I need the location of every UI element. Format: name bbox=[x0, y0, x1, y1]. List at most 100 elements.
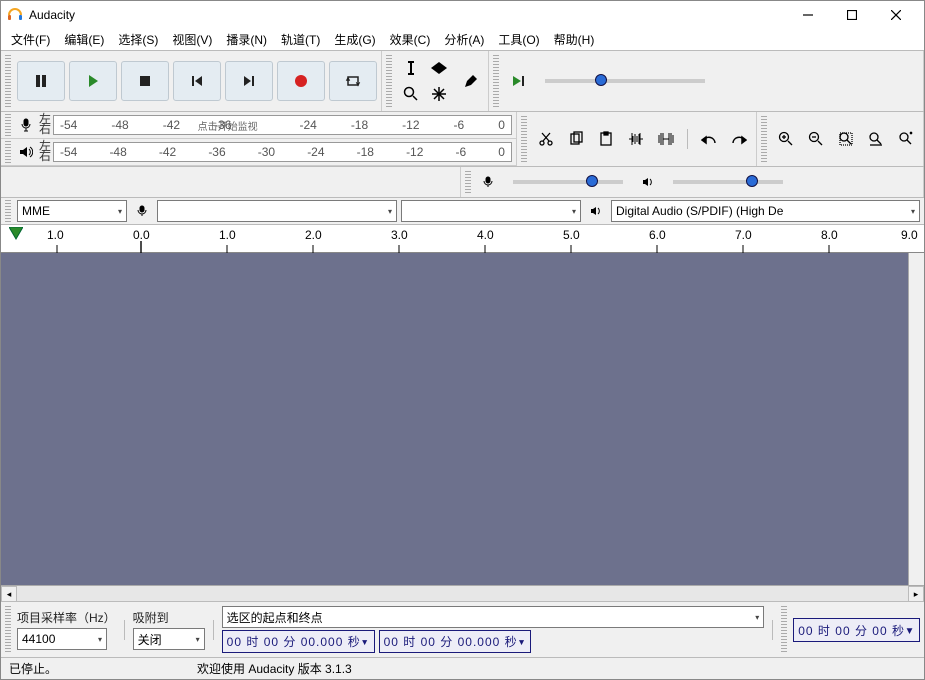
recording-device-combo[interactable]: ▾ bbox=[157, 200, 397, 222]
snap-label: 吸附到 bbox=[133, 609, 205, 626]
svg-text:1.0: 1.0 bbox=[219, 228, 236, 242]
menu-help[interactable]: 帮助(H) bbox=[548, 29, 601, 50]
loop-button[interactable] bbox=[329, 61, 377, 101]
selection-end-field[interactable]: 00 时 00 分 00.000 秒▾ bbox=[379, 630, 532, 653]
zoom-out-button[interactable] bbox=[803, 126, 829, 152]
meter-lr-label: 左右 bbox=[39, 115, 51, 135]
play-at-speed-button[interactable] bbox=[505, 68, 531, 94]
scroll-left-button[interactable]: ◂ bbox=[1, 586, 17, 602]
drag-handle[interactable] bbox=[5, 200, 11, 222]
envelope-tool-button[interactable] bbox=[426, 55, 452, 81]
svg-text:8.0: 8.0 bbox=[821, 228, 838, 242]
play-button[interactable] bbox=[69, 61, 117, 101]
pause-button[interactable] bbox=[17, 61, 65, 101]
selection-tool-button[interactable] bbox=[398, 55, 424, 81]
status-bar: 已停止。 欢迎使用 Audacity 版本 3.1.3 bbox=[1, 657, 924, 679]
horizontal-scrollbar[interactable]: ◂ ▸ bbox=[1, 585, 924, 601]
menu-tools[interactable]: 工具(O) bbox=[492, 29, 545, 50]
minimize-button[interactable] bbox=[786, 1, 830, 29]
recording-channels-combo[interactable]: ▾ bbox=[401, 200, 581, 222]
svg-text:5.0: 5.0 bbox=[563, 228, 580, 242]
drag-handle[interactable] bbox=[493, 55, 499, 107]
snap-to-combo[interactable]: 关闭▾ bbox=[133, 628, 205, 650]
zoom-in-button[interactable] bbox=[773, 126, 799, 152]
meters-toolbar: 左右 -54-48-42-36-24-18-12-60 点击开始监视 左右 -5… bbox=[1, 112, 924, 167]
close-button[interactable] bbox=[874, 1, 918, 29]
drag-handle[interactable] bbox=[781, 606, 787, 653]
recording-volume-slider[interactable] bbox=[513, 180, 623, 184]
speaker-icon bbox=[585, 200, 607, 222]
vertical-scrollbar[interactable] bbox=[908, 253, 924, 585]
drag-handle[interactable] bbox=[761, 116, 767, 162]
playback-speed-slider[interactable] bbox=[545, 79, 705, 83]
svg-text:2.0: 2.0 bbox=[305, 228, 322, 242]
stop-button[interactable] bbox=[121, 61, 169, 101]
app-logo-icon bbox=[7, 7, 23, 23]
svg-text:1.0: 1.0 bbox=[47, 228, 64, 242]
zoom-fit-sel-button[interactable] bbox=[833, 126, 859, 152]
svg-text:0.0: 0.0 bbox=[133, 228, 150, 242]
skip-end-button[interactable] bbox=[225, 61, 273, 101]
selection-toolbar: 项目采样率（Hz） 44100▾ 吸附到 关闭▾ 选区的起点和终点▾ 00 时 … bbox=[1, 601, 924, 657]
drag-handle[interactable] bbox=[5, 114, 11, 136]
titlebar: Audacity bbox=[1, 1, 924, 29]
svg-text:6.0: 6.0 bbox=[649, 228, 666, 242]
audio-position-field[interactable]: 00 时 00 分 00 秒▾ bbox=[793, 618, 920, 642]
playback-device-combo[interactable]: Digital Audio (S/PDIF) (High De▾ bbox=[611, 200, 920, 222]
menu-file[interactable]: 文件(F) bbox=[5, 29, 56, 50]
drag-handle[interactable] bbox=[5, 606, 11, 653]
copy-button[interactable] bbox=[563, 126, 589, 152]
svg-text:9.0: 9.0 bbox=[901, 228, 918, 242]
status-state: 已停止。 bbox=[9, 660, 57, 677]
status-welcome: 欢迎使用 Audacity 版本 3.1.3 bbox=[197, 660, 352, 677]
recording-meter[interactable]: -54-48-42-36-24-18-12-60 点击开始监视 bbox=[53, 115, 512, 135]
mic-icon bbox=[131, 200, 153, 222]
mic-icon[interactable] bbox=[15, 114, 37, 136]
timeline-ruler[interactable]: 1.0 0.0 1.0 2.0 3.0 4.0 5.0 6.0 7.0 8.0 … bbox=[1, 225, 924, 253]
skip-start-button[interactable] bbox=[173, 61, 221, 101]
redo-button[interactable] bbox=[726, 126, 752, 152]
svg-text:4.0: 4.0 bbox=[477, 228, 494, 242]
drag-handle[interactable] bbox=[465, 171, 471, 193]
transport-toolbar bbox=[1, 51, 924, 112]
record-button[interactable] bbox=[277, 61, 325, 101]
mic-icon bbox=[477, 171, 499, 193]
trim-button[interactable] bbox=[623, 126, 649, 152]
cut-button[interactable] bbox=[533, 126, 559, 152]
zoom-tool-button[interactable] bbox=[398, 81, 424, 107]
rec-meter-prompt: 点击开始监视 bbox=[198, 118, 258, 133]
zoom-fit-button[interactable] bbox=[863, 126, 889, 152]
svg-text:3.0: 3.0 bbox=[391, 228, 408, 242]
selection-mode-combo[interactable]: 选区的起点和终点▾ bbox=[222, 606, 765, 628]
track-area[interactable] bbox=[1, 253, 908, 585]
menu-edit[interactable]: 编辑(E) bbox=[58, 29, 110, 50]
audio-host-combo[interactable]: MME▾ bbox=[17, 200, 127, 222]
speaker-icon[interactable] bbox=[15, 141, 37, 163]
scroll-right-button[interactable]: ▸ bbox=[908, 586, 924, 602]
selection-start-field[interactable]: 00 时 00 分 00.000 秒▾ bbox=[222, 630, 375, 653]
menu-tracks[interactable]: 轨道(T) bbox=[275, 29, 326, 50]
menubar: 文件(F) 编辑(E) 选择(S) 视图(V) 播录(N) 轨道(T) 生成(G… bbox=[1, 29, 924, 51]
multi-tool-button[interactable] bbox=[426, 81, 452, 107]
drag-handle[interactable] bbox=[5, 141, 11, 163]
menu-effect[interactable]: 效果(C) bbox=[384, 29, 437, 50]
undo-button[interactable] bbox=[696, 126, 722, 152]
menu-analyze[interactable]: 分析(A) bbox=[438, 29, 490, 50]
maximize-button[interactable] bbox=[830, 1, 874, 29]
drag-handle[interactable] bbox=[386, 55, 392, 107]
menu-view[interactable]: 视图(V) bbox=[166, 29, 218, 50]
drag-handle[interactable] bbox=[5, 55, 11, 107]
paste-button[interactable] bbox=[593, 126, 619, 152]
draw-tool-button[interactable] bbox=[458, 55, 484, 107]
menu-transport[interactable]: 播录(N) bbox=[220, 29, 273, 50]
menu-select[interactable]: 选择(S) bbox=[112, 29, 164, 50]
drag-handle[interactable] bbox=[521, 116, 527, 162]
meter-lr-label: 左右 bbox=[39, 142, 51, 162]
playback-volume-slider[interactable] bbox=[673, 180, 783, 184]
menu-generate[interactable]: 生成(G) bbox=[328, 29, 381, 50]
zoom-toggle-button[interactable] bbox=[893, 126, 919, 152]
silence-button[interactable] bbox=[653, 126, 679, 152]
device-toolbar: MME▾ ▾ ▾ Digital Audio (S/PDIF) (High De… bbox=[1, 198, 924, 225]
project-rate-combo[interactable]: 44100▾ bbox=[17, 628, 107, 650]
playback-meter[interactable]: -54-48-42-36-30-24-18-12-60 bbox=[53, 142, 512, 162]
